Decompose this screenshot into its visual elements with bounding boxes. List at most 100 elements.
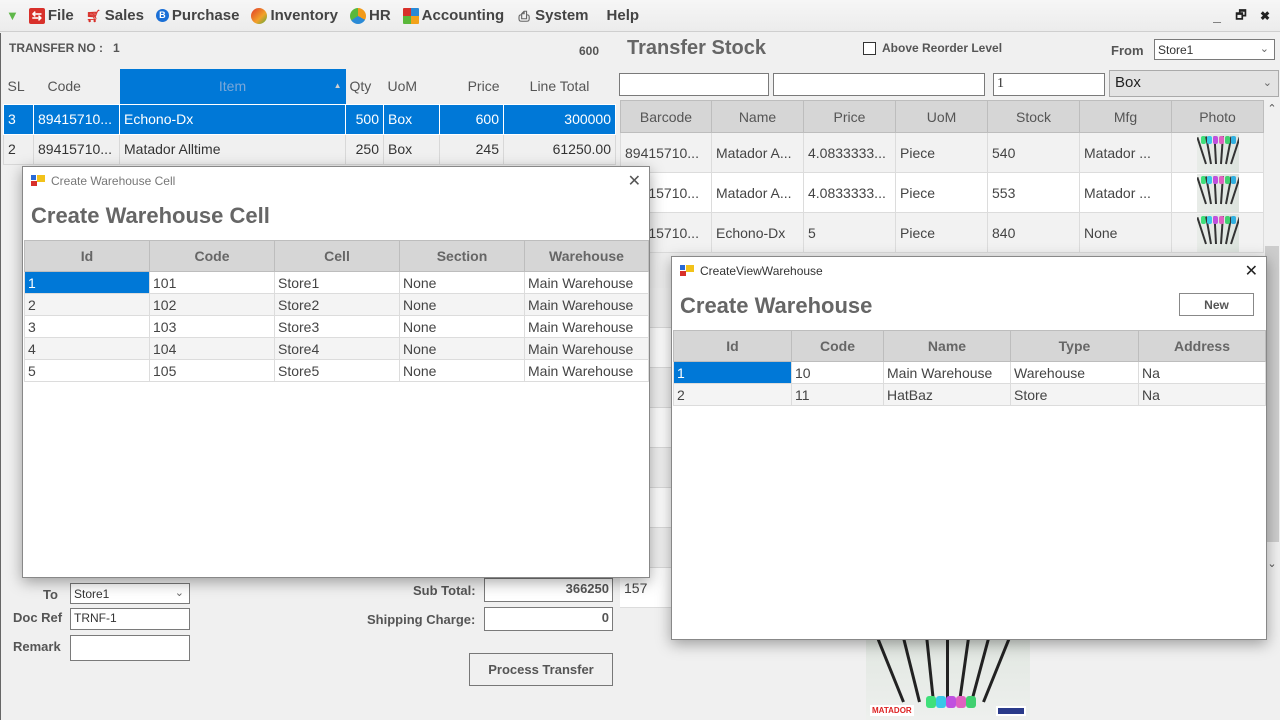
col-item[interactable]: Item ▲	[119, 69, 346, 104]
menu-purchase[interactable]: B Purchase	[150, 0, 246, 32]
chevron-down-icon: ⌄	[1262, 77, 1272, 89]
col-barcode[interactable]: Barcode	[620, 100, 712, 133]
col-warehouse[interactable]: Warehouse	[524, 240, 649, 272]
app-window-icon	[31, 175, 45, 187]
col-line-total[interactable]: Line Total	[503, 69, 616, 104]
app-window-icon	[680, 265, 694, 277]
menu-inventory[interactable]: Inventory	[245, 0, 344, 32]
sales-cart-icon: 🛒︎	[86, 8, 102, 23]
dialog-titlebar: Create Warehouse Cell	[23, 167, 649, 195]
subtotal-field[interactable]: 366250	[484, 578, 613, 602]
col-code[interactable]: Code	[33, 69, 120, 104]
purchase-icon: B	[155, 9, 169, 22]
menu-system[interactable]: ⎙ System	[510, 0, 594, 32]
col-photo[interactable]: Photo	[1171, 100, 1264, 133]
docref-input[interactable]: TRNF-1	[70, 608, 190, 630]
col-name[interactable]: Name	[883, 330, 1011, 362]
table-row[interactable]: 1 101 Store1 None Main Warehouse	[24, 271, 649, 294]
col-qty[interactable]: Qty	[345, 69, 384, 104]
warehouse-grid[interactable]: Id Code Name Type Address 1 10 Main Wareho…	[673, 330, 1266, 406]
table-row[interactable]: 5 105 Store5 None Main Warehouse	[24, 359, 649, 382]
brand-logo: MATADOR	[870, 705, 914, 716]
product-photo: MATADOR	[866, 633, 1030, 720]
chevron-down-icon: ⌄	[174, 587, 184, 599]
col-uom[interactable]: UoM	[895, 100, 988, 133]
col-type[interactable]: Type	[1010, 330, 1139, 362]
create-warehouse-cell-dialog: Create Warehouse Cell ✕ Create Warehouse…	[22, 166, 650, 578]
close-icon[interactable]: ✕	[628, 171, 641, 191]
barcode-search-input[interactable]	[619, 73, 769, 96]
table-row[interactable]: 89415710... Matador A... 4.0833333... Piece…	[620, 132, 1264, 173]
col-uom[interactable]: UoM	[383, 69, 440, 104]
window-controls: _ 🗗 ✖	[1210, 0, 1272, 32]
scroll-up-icon[interactable]: ⌃	[1264, 102, 1280, 115]
qty-input[interactable]: 1	[993, 73, 1105, 96]
warehouse-cell-grid[interactable]: Id Code Cell Section Warehouse 1 101 Store…	[24, 240, 649, 382]
above-reorder-checkbox[interactable]: Above Reorder Level	[863, 41, 1002, 55]
table-row[interactable]: 3 103 Store3 None Main Warehouse	[24, 315, 649, 338]
col-price[interactable]: Price	[803, 100, 896, 133]
checkbox-box[interactable]	[863, 41, 876, 55]
col-stock[interactable]: Stock	[987, 100, 1080, 133]
name-search-input[interactable]	[773, 73, 985, 96]
sort-ascending-icon: ▲	[333, 81, 342, 90]
system-icon: ⎙	[518, 7, 530, 24]
stock-grid[interactable]: Barcode Name Price UoM Stock Mfg Photo 8…	[620, 100, 1264, 253]
col-price[interactable]: Price	[439, 69, 504, 104]
subtotal-label: Sub Total:	[413, 583, 476, 598]
menu-file[interactable]: ⇆ File	[23, 0, 80, 32]
brand-badge	[996, 706, 1026, 716]
table-row[interactable]: 2 89415710... Matador Alltime 250 Box 24…	[3, 133, 616, 165]
chevron-down-icon: ⌄	[1259, 43, 1269, 55]
menu-bar: ▼ ⇆ File 🛒︎ Sales B Purchase Inventory HR A…	[0, 0, 1280, 32]
table-row[interactable]: 4 104 Store4 None Main Warehouse	[24, 337, 649, 360]
menu-accounting[interactable]: Accounting	[397, 0, 511, 32]
remark-label: Remark	[13, 639, 61, 654]
stock-title: Transfer Stock	[627, 37, 766, 59]
close-button[interactable]: ✖	[1258, 9, 1272, 23]
dialog-heading: Create Warehouse Cell	[31, 203, 270, 228]
col-code[interactable]: Code	[149, 240, 275, 272]
to-select[interactable]: Store1 ⌄	[70, 583, 190, 604]
col-sl[interactable]: SL	[3, 69, 34, 104]
menu-help[interactable]: Help	[601, 0, 646, 32]
menu-hr[interactable]: HR	[344, 0, 397, 32]
new-warehouse-button[interactable]: New	[1179, 293, 1254, 316]
shipping-field[interactable]: 0	[484, 607, 613, 631]
table-row[interactable]: 2 102 Store2 None Main Warehouse	[24, 293, 649, 316]
file-icon: ⇆	[28, 7, 45, 24]
shipping-label: Shipping Charge:	[367, 612, 476, 627]
col-name[interactable]: Name	[711, 100, 804, 133]
col-mfg[interactable]: Mfg	[1079, 100, 1172, 133]
process-transfer-button[interactable]: Process Transfer	[469, 653, 613, 686]
docref-label: Doc Ref	[13, 610, 63, 625]
table-row[interactable]: 2 11 HatBaz Store Na	[673, 383, 1266, 406]
scroll-thumb[interactable]	[1265, 246, 1279, 542]
table-row[interactable]: 1 10 Main Warehouse Warehouse Na	[673, 361, 1266, 384]
transfer-items-grid[interactable]: SL Code Item ▲ Qty UoM Price Line Total 3…	[3, 69, 616, 165]
product-thumbnail	[1196, 133, 1239, 172]
inventory-icon	[251, 7, 268, 24]
table-row[interactable]: 89415710... Matador A... 4.0833333... Piece…	[620, 172, 1264, 213]
table-row[interactable]: 89415710... Echono-Dx 5 Piece 840 None	[620, 212, 1264, 253]
hr-icon	[349, 7, 366, 24]
product-thumbnail	[1196, 173, 1239, 212]
col-id[interactable]: Id	[673, 330, 792, 362]
transfer-number: TRANSFER NO :1	[9, 41, 120, 55]
restore-button[interactable]: 🗗	[1234, 6, 1248, 27]
table-row[interactable]: 3 89415710... Echono-Dx 500 Box 600 3000…	[3, 103, 616, 135]
minimize-button[interactable]: _	[1210, 8, 1224, 24]
col-id[interactable]: Id	[24, 240, 150, 272]
col-cell[interactable]: Cell	[274, 240, 400, 272]
col-code[interactable]: Code	[791, 330, 884, 362]
menu-sales[interactable]: 🛒︎ Sales	[80, 0, 150, 32]
app-cart-icon: ▼	[6, 8, 19, 23]
close-icon[interactable]: ✕	[1245, 261, 1258, 281]
from-label: From	[1111, 43, 1144, 58]
uom-select[interactable]: Box ⌄	[1109, 70, 1279, 97]
col-address[interactable]: Address	[1138, 330, 1266, 362]
col-section[interactable]: Section	[399, 240, 525, 272]
create-warehouse-dialog: CreateViewWarehouse ✕ Create Warehouse N…	[671, 256, 1267, 640]
remark-input[interactable]	[70, 635, 190, 661]
from-select[interactable]: Store1 ⌄	[1154, 39, 1275, 60]
